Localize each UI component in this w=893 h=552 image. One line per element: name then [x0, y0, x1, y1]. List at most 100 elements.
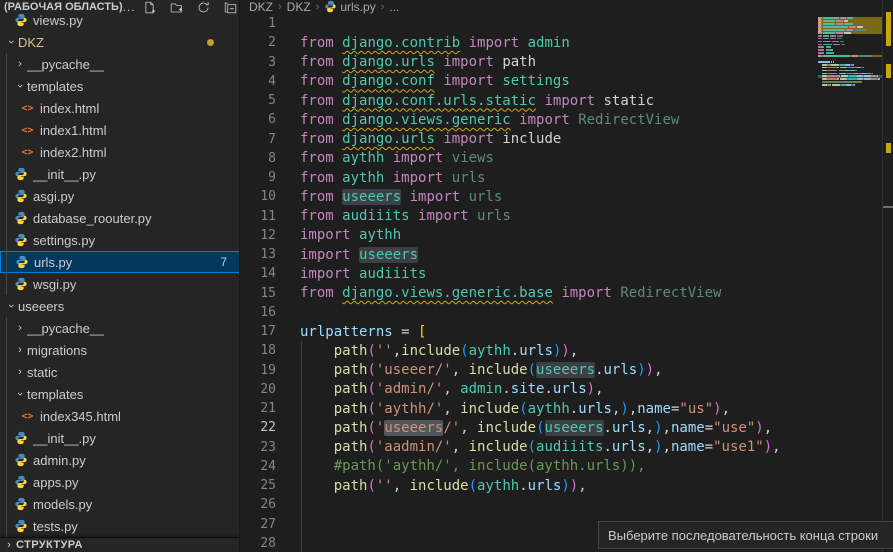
- minimap-code-mark: [823, 55, 850, 57]
- code-line-7[interactable]: 7from django.urls import include: [241, 130, 881, 149]
- code-line-18[interactable]: 18 path('',include(aythh.urls)),: [241, 341, 881, 360]
- code-line-3[interactable]: 3from django.urls import path: [241, 53, 881, 72]
- tree-item-tests.py[interactable]: tests.py: [0, 515, 240, 537]
- minimap-code-mark: [846, 29, 852, 31]
- code-line-25[interactable]: 25 path('', include(aythh.urls)),: [241, 476, 881, 495]
- breadcrumb-item[interactable]: DKZ: [249, 0, 273, 14]
- code-line-10[interactable]: 10from useeers import urls: [241, 187, 881, 206]
- tree-item-label: index.html: [40, 101, 99, 116]
- tree-item-index1.html[interactable]: <>index1.html: [0, 119, 240, 141]
- breadcrumb-item[interactable]: ...: [389, 0, 399, 14]
- tree-item-wsgi.py[interactable]: wsgi.py: [0, 273, 240, 295]
- python-file-icon: [13, 519, 28, 534]
- code-line-21[interactable]: 21 path('aythh/', include(aythh.urls,),n…: [241, 399, 881, 418]
- workspace-title: (РАБОЧАЯ ОБЛАСТЬ): [4, 1, 123, 13]
- code-line-24[interactable]: 24 #path('aythh/', include(aythh.urls)),: [241, 457, 881, 476]
- tree-item-settings.py[interactable]: settings.py: [0, 229, 240, 251]
- python-file-icon: [13, 167, 28, 182]
- code-line-1[interactable]: 1: [241, 14, 881, 33]
- explorer-sidebar: views.py›DKZ›__pycache__›templates<>inde…: [0, 0, 240, 552]
- code-line-11[interactable]: 11from audiiits import urls: [241, 207, 881, 226]
- tree-item-DKZ[interactable]: ›DKZ: [0, 31, 240, 53]
- tree-item-urls.py[interactable]: urls.py7: [0, 251, 240, 273]
- code-line-14[interactable]: 14import audiiits: [241, 264, 881, 283]
- code-text: from django.conf import settings: [300, 73, 570, 89]
- tree-item-index2.html[interactable]: <>index2.html: [0, 141, 240, 163]
- tree-item-admin.py[interactable]: admin.py: [0, 449, 240, 471]
- minimap-code-mark: [828, 70, 837, 72]
- tree-item-models.py[interactable]: models.py: [0, 493, 240, 515]
- tree-item-index.html[interactable]: <>index.html: [0, 97, 240, 119]
- more-actions-icon[interactable]: ...: [123, 0, 136, 14]
- code-line-5[interactable]: 5from django.conf.urls.static import sta…: [241, 91, 881, 110]
- code-line-19[interactable]: 19 path('useeer/', include(useeers.urls)…: [241, 361, 881, 380]
- breadcrumb-item[interactable]: urls.py: [324, 0, 375, 14]
- code-line-22[interactable]: 22 path('useeers/', include(useeers.urls…: [241, 418, 881, 437]
- tree-item-__pycache__[interactable]: ›__pycache__: [0, 317, 240, 339]
- new-file-icon[interactable]: [142, 0, 158, 14]
- code-line-4[interactable]: 4from django.conf import settings: [241, 72, 881, 91]
- code-line-12[interactable]: 12import aythh: [241, 226, 881, 245]
- code-line-16[interactable]: 16: [241, 303, 881, 322]
- explorer-section-header[interactable]: (РАБОЧАЯ ОБЛАСТЬ) ...: [0, 0, 240, 14]
- minimap-code-mark: [837, 38, 841, 40]
- outline-section-header[interactable]: › СТРУКТУРА: [0, 537, 240, 552]
- chevron-down-icon: ›: [5, 299, 17, 313]
- new-folder-icon[interactable]: [169, 0, 185, 14]
- minimap-code-mark: [818, 32, 822, 34]
- minimap-code-mark: [818, 26, 822, 28]
- python-file-icon: [13, 189, 28, 204]
- line-number: 28: [241, 536, 276, 551]
- minimap-code-mark: [822, 70, 826, 72]
- tree-item-templates[interactable]: ›templates: [0, 383, 240, 405]
- tree-item-label: static: [27, 365, 57, 380]
- minimap[interactable]: [818, 0, 882, 552]
- tree-item-migrations[interactable]: ›migrations: [0, 339, 240, 361]
- tree-item-templates[interactable]: ›templates: [0, 75, 240, 97]
- tree-item-useeers[interactable]: ›useeers: [0, 295, 240, 317]
- outline-section-label: СТРУКТУРА: [16, 539, 83, 551]
- minimap-code-mark: [818, 52, 824, 54]
- tree-item-__pycache__[interactable]: ›__pycache__: [0, 53, 240, 75]
- collapse-all-icon[interactable]: [223, 0, 239, 14]
- code-line-23[interactable]: 23 path('aadmin/', include(audiiits.urls…: [241, 438, 881, 457]
- code-line-13[interactable]: 13import useeers: [241, 245, 881, 264]
- minimap-code-mark: [848, 78, 857, 80]
- code-line-20[interactable]: 20 path('admin/', admin.site.urls),: [241, 380, 881, 399]
- minimap-code-mark: [823, 26, 848, 28]
- code-line-8[interactable]: 8from aythh import views: [241, 149, 881, 168]
- code-line-15[interactable]: 15from django.views.generic.base import …: [241, 284, 881, 303]
- line-number: 23: [241, 440, 276, 455]
- code-line-17[interactable]: 17urlpatterns = [: [241, 322, 881, 341]
- overview-ruler-mark: [886, 143, 891, 153]
- code-line-2[interactable]: 2from django.contrib import admin: [241, 33, 881, 52]
- code-text: #path('aythh/', include(aythh.urls)),: [300, 458, 646, 474]
- tree-item-asgi.py[interactable]: asgi.py: [0, 185, 240, 207]
- code-line-6[interactable]: 6from django.views.generic import Redire…: [241, 110, 881, 129]
- code-text: from useeers import urls: [300, 189, 502, 205]
- minimap-code-mark: [849, 75, 857, 77]
- tree-item-database_roouter.py[interactable]: database_roouter.py: [0, 207, 240, 229]
- tree-item-index345.html[interactable]: <>index345.html: [0, 405, 240, 427]
- minimap-code-mark: [818, 46, 824, 48]
- tree-item-label: index2.html: [40, 145, 106, 160]
- python-file-icon: [13, 431, 28, 446]
- minimap-code-mark: [863, 67, 864, 69]
- tree-item-apps.py[interactable]: apps.py: [0, 471, 240, 493]
- refresh-icon[interactable]: [196, 0, 212, 14]
- minimap-code-mark: [851, 55, 857, 57]
- python-file-icon: [13, 13, 28, 28]
- tree-item-label: settings.py: [33, 233, 95, 248]
- tree-item-__init__.py[interactable]: __init__.py: [0, 427, 240, 449]
- minimap-code-mark: [818, 17, 822, 19]
- code-line-9[interactable]: 9from aythh import urls: [241, 168, 881, 187]
- minimap-code-mark: [840, 78, 848, 80]
- tree-item-__init__.py[interactable]: __init__.py: [0, 163, 240, 185]
- tree-item-static[interactable]: ›static: [0, 361, 240, 383]
- tree-indent-guide: [6, 53, 7, 295]
- minimap-code-mark: [830, 38, 836, 40]
- code-area[interactable]: 12from django.contrib import admin3from …: [241, 14, 893, 552]
- breadcrumb-item[interactable]: DKZ: [287, 0, 311, 14]
- code-line-26[interactable]: 26: [241, 495, 881, 514]
- python-file-icon: [13, 277, 28, 292]
